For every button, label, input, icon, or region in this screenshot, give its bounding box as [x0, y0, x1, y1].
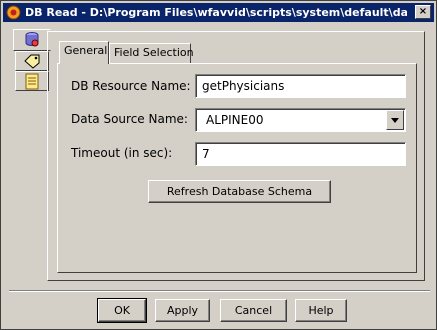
timeout-field[interactable]: 7	[195, 142, 406, 166]
data-source-selected-value: ALPINE00	[206, 113, 264, 127]
side-tab-tag[interactable]	[15, 51, 49, 71]
cancel-button[interactable]: Cancel	[220, 299, 287, 322]
db-resource-name-label: DB Resource Name:	[71, 79, 191, 93]
title-bar[interactable]: DB Read - D:\Program Files\wfavvid\scrip…	[3, 3, 434, 22]
help-button[interactable]: Help	[295, 299, 347, 322]
database-icon	[25, 32, 39, 47]
app-icon	[6, 5, 21, 20]
document-icon	[25, 73, 39, 89]
timeout-label: Timeout (in sec):	[71, 146, 173, 160]
tab-general[interactable]: General	[59, 41, 109, 64]
window-title: DB Read - D:\Program Files\wfavvid\scrip…	[25, 6, 407, 19]
side-tab-document[interactable]	[15, 71, 49, 91]
refresh-database-schema-button[interactable]: Refresh Database Schema	[148, 180, 331, 203]
divider	[9, 290, 430, 292]
data-source-name-label: Data Source Name:	[71, 112, 188, 126]
side-tab-database[interactable]	[13, 29, 51, 51]
apply-button[interactable]: Apply	[155, 299, 210, 322]
data-source-select[interactable]: ALPINE00	[195, 108, 406, 132]
close-button[interactable]: ×	[415, 5, 431, 19]
tab-field-selection[interactable]: Field Selection	[109, 43, 194, 63]
db-resource-name-field[interactable]: getPhysicians	[195, 74, 406, 98]
tag-icon	[24, 54, 40, 69]
chevron-down-icon[interactable]	[386, 110, 404, 130]
dialog-window: DB Read - D:\Program Files\wfavvid\scrip…	[0, 0, 437, 330]
ok-button[interactable]: OK	[97, 298, 147, 323]
